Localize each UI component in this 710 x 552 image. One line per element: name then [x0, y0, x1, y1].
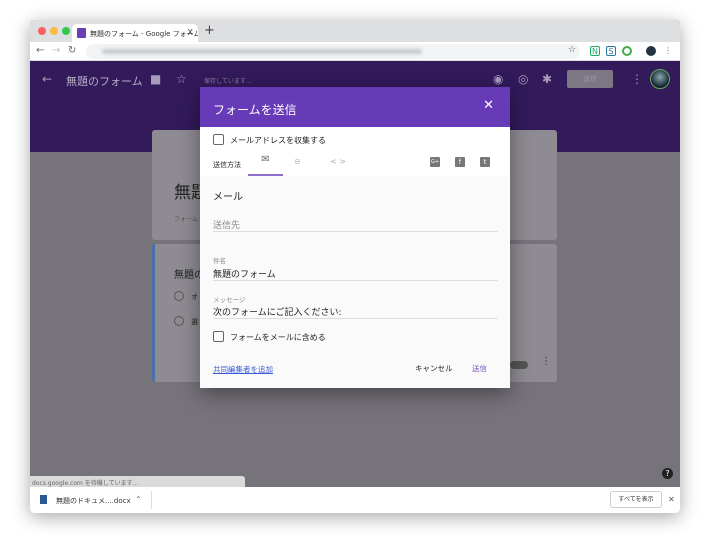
dialog-title: フォームを送信 — [213, 103, 297, 117]
extension-icon[interactable]: N — [590, 46, 600, 56]
menu-icon[interactable]: ⋮ — [663, 46, 673, 56]
divider — [151, 491, 152, 509]
message-field[interactable]: 次のフォームにご記入ください: — [213, 305, 498, 319]
reload-icon[interactable]: ↻ — [68, 45, 76, 56]
url-text-blurred — [102, 49, 422, 54]
download-item[interactable]: 無題のドキュメ....docx — [56, 496, 131, 506]
send-method-label: 送信方法 — [213, 161, 241, 169]
address-bar-row: ← → ↻ ☆ N S ⋮ — [30, 42, 680, 61]
status-bar: docs.google.com を待機しています... — [30, 476, 245, 487]
browser-window: 無題のフォーム - Google フォーム X + ← → ↻ ☆ N S ⋮ … — [30, 20, 680, 513]
required-toggle[interactable] — [510, 361, 528, 369]
facebook-icon[interactable]: f — [455, 157, 465, 167]
profile-avatar[interactable] — [646, 46, 656, 56]
include-form-checkbox[interactable] — [213, 331, 224, 342]
minimize-window-button[interactable] — [50, 27, 58, 35]
section-title: メール — [213, 192, 243, 203]
browser-tab[interactable]: 無題のフォーム - Google フォーム X — [72, 24, 198, 42]
tab-bar: 無題のフォーム - Google フォーム X + — [30, 20, 680, 42]
tab-link-icon[interactable]: ⊖ — [294, 157, 301, 166]
star-icon[interactable]: ☆ — [176, 72, 187, 86]
url-input[interactable]: ☆ — [86, 44, 580, 59]
close-window-button[interactable] — [38, 27, 46, 35]
more-icon[interactable]: ⋮ — [541, 356, 551, 367]
cancel-button[interactable]: キャンセル — [415, 363, 453, 374]
download-bar: 無題のドキュメ....docx ⌃ すべてを表示 ✕ — [30, 487, 680, 513]
option-label: 選 — [191, 318, 198, 326]
extension-icon[interactable] — [622, 46, 632, 56]
radio-option — [174, 291, 184, 301]
settings-gear-icon[interactable]: ✱ — [542, 72, 552, 86]
message-label: メッセージ — [213, 296, 246, 304]
chevron-up-icon[interactable]: ⌃ — [135, 495, 142, 504]
collect-email-label: メールアドレスを収集する — [230, 136, 326, 145]
palette-icon[interactable]: ◉ — [493, 72, 503, 86]
form-description-bg: フォーム — [174, 216, 198, 223]
bookmark-star-icon[interactable]: ☆ — [568, 45, 576, 55]
forms-favicon-icon — [77, 28, 86, 38]
send-button[interactable]: 送信 — [567, 70, 613, 88]
forward-icon[interactable]: → — [52, 45, 60, 56]
subject-label: 件名 — [213, 257, 226, 265]
close-tab-icon[interactable]: X — [188, 28, 193, 37]
send-form-dialog: フォームを送信 ✕ メールアドレスを収集する 送信方法 ✉ ⊖ < > G+ f… — [200, 87, 510, 388]
tab-embed-code-icon[interactable]: < > — [330, 157, 346, 166]
folder-icon[interactable]: ■ — [150, 72, 161, 86]
maximize-window-button[interactable] — [62, 27, 70, 35]
twitter-icon[interactable]: t — [480, 157, 490, 167]
tab-email-mail-icon[interactable]: ✉ — [248, 154, 283, 176]
back-icon[interactable]: ← — [36, 45, 44, 56]
form-title[interactable]: 無題のフォーム — [66, 73, 143, 89]
more-icon[interactable]: ⋮ — [631, 72, 643, 86]
subject-field[interactable]: 無題のフォーム — [213, 267, 498, 281]
option-label: オ — [191, 293, 198, 301]
dialog-header: フォームを送信 ✕ — [200, 87, 510, 127]
collect-email-checkbox[interactable] — [213, 134, 224, 145]
close-icon[interactable]: ✕ — [668, 495, 675, 504]
google-plus-icon[interactable]: G+ — [430, 157, 440, 167]
extension-icon[interactable]: S — [606, 46, 616, 56]
word-file-icon — [40, 495, 47, 504]
to-field[interactable]: 送信先 — [213, 218, 498, 232]
add-collaborators-link[interactable]: 共同編集者を追加 — [213, 364, 273, 375]
radio-option — [174, 316, 184, 326]
close-icon[interactable]: ✕ — [483, 98, 494, 113]
help-icon[interactable]: ? — [662, 468, 673, 479]
avatar[interactable] — [650, 69, 670, 89]
show-all-button[interactable]: すべてを表示 — [610, 491, 662, 508]
back-arrow-icon[interactable]: ← — [42, 72, 52, 86]
new-tab-button[interactable]: + — [204, 23, 215, 38]
include-form-label: フォームをメールに含める — [230, 333, 326, 342]
dialog-top: メールアドレスを収集する 送信方法 ✉ ⊖ < > G+ f t — [200, 127, 510, 176]
preview-eye-icon[interactable]: ◎ — [518, 72, 528, 86]
dialog-send-button[interactable]: 送信 — [472, 363, 487, 374]
saving-status: 保存しています... — [204, 78, 252, 85]
tab-title: 無題のフォーム - Google フォーム — [90, 30, 198, 38]
